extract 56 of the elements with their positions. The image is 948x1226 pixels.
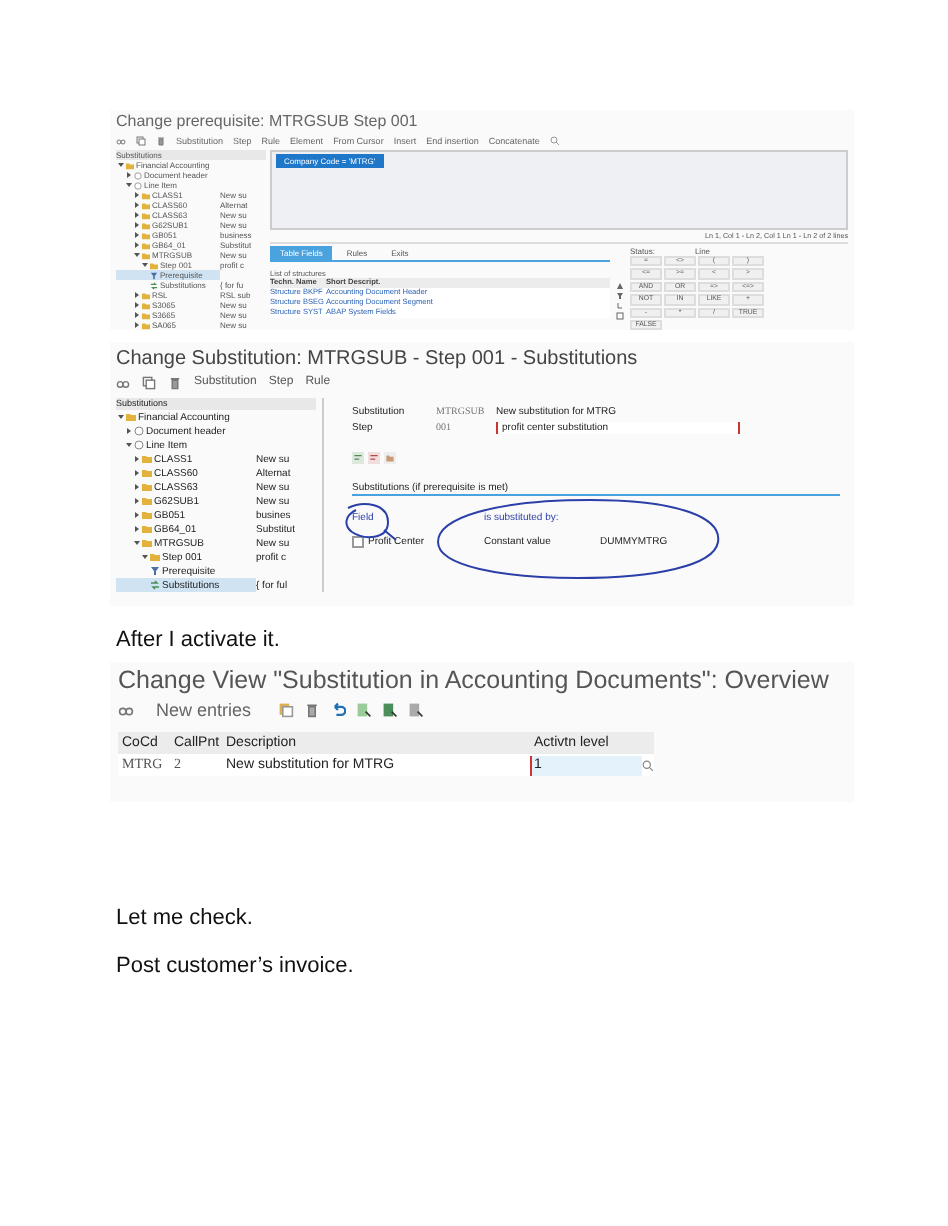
paragraph-text: Post customer’s invoice. (116, 954, 356, 978)
caret-right-icon[interactable] (134, 232, 140, 238)
triangle-icon[interactable] (616, 282, 624, 290)
copy-icon[interactable] (277, 702, 294, 718)
caret-down-icon[interactable] (134, 252, 140, 258)
caret-right-icon[interactable] (126, 428, 132, 434)
caption-text: After I activate it. (116, 628, 282, 652)
caret-right-icon[interactable] (134, 292, 140, 298)
filter-icon[interactable] (616, 292, 624, 300)
caret-down-icon[interactable] (126, 442, 132, 448)
delete-row-icon[interactable] (368, 452, 380, 464)
caret-right-icon[interactable] (134, 312, 140, 318)
caret-right-icon[interactable] (126, 172, 132, 178)
caret-right-icon[interactable] (134, 222, 140, 228)
caret-right-icon[interactable] (134, 498, 140, 504)
caret-right-icon[interactable] (134, 302, 140, 308)
substitution-icon (150, 281, 158, 289)
window-title: Change Substitution: MTRGSUB - Step 001 - Substitutions (116, 346, 640, 372)
trash-icon[interactable] (168, 375, 182, 389)
glasses-icon[interactable] (116, 375, 130, 389)
caret-down-icon[interactable] (118, 414, 124, 420)
table-icon[interactable] (381, 702, 398, 718)
caret-right-icon[interactable] (134, 192, 140, 198)
checkbox[interactable] (352, 536, 364, 548)
table-icon[interactable] (407, 702, 424, 718)
caret-right-icon[interactable] (134, 242, 140, 248)
caret-down-icon[interactable] (142, 554, 148, 560)
table-icon[interactable] (355, 702, 372, 718)
caret-right-icon[interactable] (134, 470, 140, 476)
glasses-icon[interactable] (118, 702, 134, 718)
caret-down-icon[interactable] (126, 182, 132, 188)
caret-right-icon[interactable] (134, 512, 140, 518)
caret-down-icon[interactable] (134, 540, 140, 546)
search-icon[interactable] (549, 135, 560, 145)
circle-icon (134, 426, 144, 436)
substitution-icon (150, 580, 160, 590)
add-row-icon[interactable] (352, 452, 364, 464)
caret-right-icon[interactable] (134, 456, 140, 462)
caret-right-icon[interactable] (134, 202, 140, 208)
copy-icon[interactable] (136, 135, 146, 145)
caret-right-icon[interactable] (134, 484, 140, 490)
copy-icon[interactable] (142, 375, 156, 389)
glasses-icon[interactable] (116, 135, 126, 145)
filter-icon (150, 271, 158, 279)
trash-icon[interactable] (156, 135, 166, 145)
window-title: Change View "Substitution in Accounting Documents": Overview (118, 666, 831, 696)
caret-right-icon[interactable] (134, 322, 140, 328)
search-icon[interactable] (642, 759, 654, 771)
new-entries-button[interactable]: New entries (156, 700, 252, 720)
paragraph-text: Let me check. (116, 906, 255, 930)
trash-icon[interactable] (303, 702, 320, 718)
caret-right-icon[interactable] (134, 526, 140, 532)
circle-icon (134, 440, 144, 450)
caret-right-icon[interactable] (134, 212, 140, 218)
undo-icon[interactable] (329, 702, 346, 718)
window-title: Change prerequisite: MTRGSUB Step 001 (116, 112, 420, 132)
